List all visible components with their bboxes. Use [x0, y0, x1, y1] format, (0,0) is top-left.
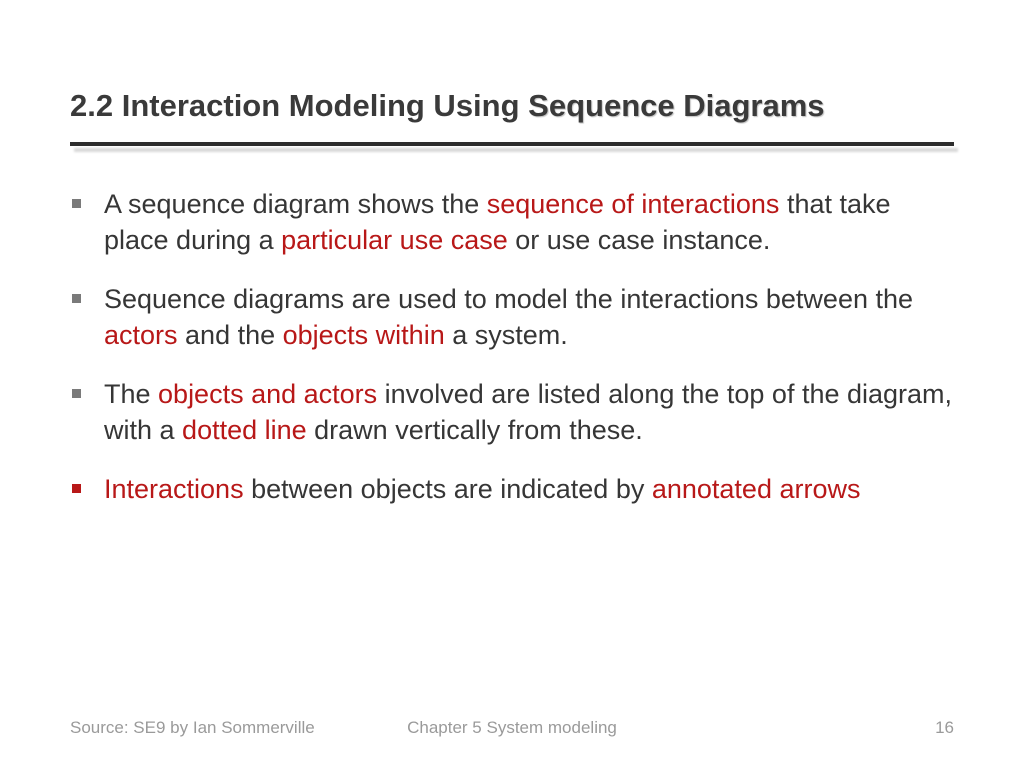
- title-divider: [70, 142, 954, 152]
- highlight-text: objects and actors: [158, 379, 385, 409]
- body-text: and the: [178, 320, 283, 350]
- bullet-item: Interactions between objects are indicat…: [70, 471, 954, 507]
- bullet-item: Sequence diagrams are used to model the …: [70, 281, 954, 354]
- body-text: A sequence diagram shows the: [104, 189, 487, 219]
- title-emphasis: Sequence Diagrams: [528, 88, 824, 123]
- slide-title: 2.2 Interaction Modeling Using Sequence …: [70, 88, 954, 124]
- footer-page-number: 16: [935, 718, 954, 738]
- body-text: Sequence diagrams are used to model the …: [104, 284, 913, 314]
- body-text: The: [104, 379, 158, 409]
- title-prefix: 2.2 Interaction Modeling Using: [70, 88, 528, 123]
- highlight-text: annotated arrows: [652, 474, 861, 504]
- slide-footer: Source: SE9 by Ian Sommerville Chapter 5…: [0, 718, 1024, 738]
- footer-source: Source: SE9 by Ian Sommerville: [70, 718, 315, 738]
- body-text: or use case instance.: [508, 225, 771, 255]
- highlight-text: sequence of interactions: [487, 189, 780, 219]
- bullet-item: The objects and actors involved are list…: [70, 376, 954, 449]
- highlight-text: objects within: [283, 320, 453, 350]
- bullet-list: A sequence diagram shows the sequence of…: [70, 186, 954, 507]
- slide: 2.2 Interaction Modeling Using Sequence …: [0, 0, 1024, 507]
- body-text: a system.: [452, 320, 568, 350]
- bullet-item: A sequence diagram shows the sequence of…: [70, 186, 954, 259]
- body-text: drawn vertically from these.: [314, 415, 643, 445]
- highlight-text: actors: [104, 320, 178, 350]
- highlight-text: dotted line: [182, 415, 314, 445]
- highlight-text: Interactions: [104, 474, 251, 504]
- highlight-text: particular use case: [281, 225, 508, 255]
- footer-chapter: Chapter 5 System modeling: [407, 718, 617, 738]
- body-text: between objects are indicated by: [251, 474, 652, 504]
